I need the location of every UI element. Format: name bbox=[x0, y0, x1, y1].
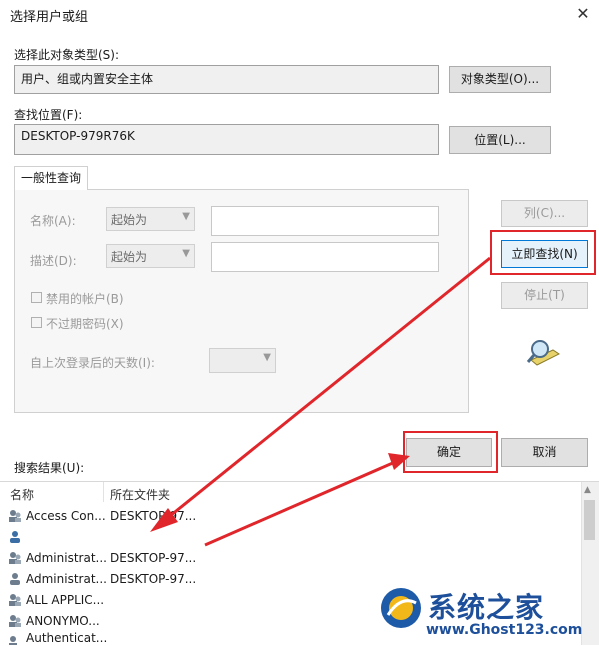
watermark-logo-icon bbox=[381, 588, 421, 628]
annotation-arrows bbox=[150, 256, 491, 547]
watermark-url: www.Ghost123.com bbox=[426, 622, 583, 638]
watermark-brand: 系统之家 bbox=[428, 591, 545, 624]
